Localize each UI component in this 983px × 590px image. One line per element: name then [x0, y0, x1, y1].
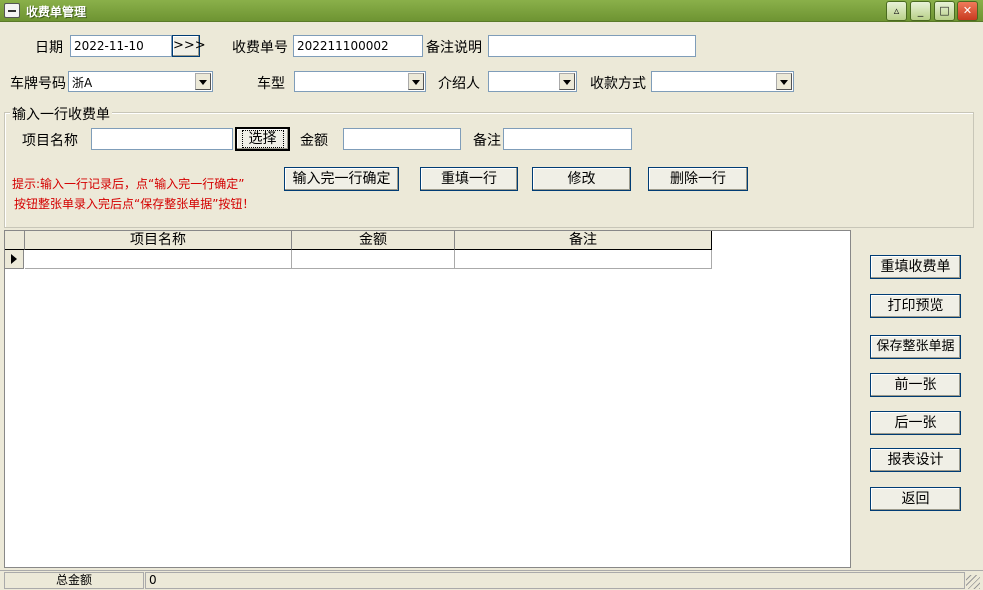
chevron-down-icon[interactable]	[559, 73, 575, 90]
window-menu-icon[interactable]	[4, 3, 20, 18]
row-pointer-icon	[5, 250, 24, 269]
print-preview-button[interactable]: 打印预览	[870, 294, 961, 318]
referrer-label: 介绍人	[438, 76, 480, 92]
date-picker-button[interactable]: >>>	[172, 35, 206, 57]
table-cell[interactable]	[455, 250, 712, 269]
amount-label: 金额	[300, 133, 328, 149]
table-cell[interactable]	[25, 250, 292, 269]
close-icon[interactable]: ✕	[957, 1, 978, 21]
modify-button[interactable]: 修改	[532, 167, 631, 191]
plate-combo[interactable]: 浙A	[68, 71, 213, 92]
minimize-icon[interactable]: _	[910, 1, 931, 21]
car-type-combo[interactable]	[294, 71, 426, 92]
receipt-no-field[interactable]: 202211100002	[293, 35, 423, 57]
table-cell[interactable]	[292, 250, 455, 269]
chevron-down-icon[interactable]	[408, 73, 424, 90]
refill-receipt-button[interactable]: 重填收费单	[870, 255, 961, 279]
plate-label: 车牌号码	[10, 76, 66, 92]
total-label: 总金额	[4, 572, 144, 589]
receipt-no-label: 收费单号	[232, 40, 288, 56]
remark-label: 备注说明	[426, 40, 482, 56]
amount-field[interactable]	[343, 128, 461, 150]
chevron-down-icon[interactable]	[776, 73, 792, 90]
back-button[interactable]: 返回	[870, 487, 961, 511]
save-receipt-button[interactable]: 保存整张单据	[870, 335, 961, 359]
grid-corner	[5, 231, 25, 250]
hint-line-1: 提示:输入一行记录后，点“输入完一行确定”	[12, 177, 245, 191]
next-button[interactable]: 后一张	[870, 411, 961, 435]
window-title: 收费单管理	[26, 5, 87, 19]
hint-line-2: 按钮整张单录入完后点“保存整张单据”按钮！	[14, 197, 255, 211]
confirm-row-button[interactable]: 输入完一行确定	[284, 167, 399, 191]
item-name-field[interactable]	[91, 128, 233, 150]
resize-grip-icon[interactable]	[966, 575, 980, 589]
entry-group-title: 输入一行收费单	[10, 104, 112, 124]
title-bar	[0, 0, 983, 22]
select-button[interactable]: 选择	[235, 127, 290, 151]
date-field[interactable]: 2022-11-10	[70, 35, 172, 57]
prev-button[interactable]: 前一张	[870, 373, 961, 397]
referrer-combo[interactable]	[488, 71, 577, 92]
column-header-amount[interactable]: 金额	[292, 231, 455, 250]
remark-field[interactable]	[488, 35, 696, 57]
total-value: 0	[145, 572, 965, 589]
note-label: 备注	[473, 133, 501, 149]
column-header-item[interactable]: 项目名称	[25, 231, 292, 250]
chevron-down-icon[interactable]	[195, 73, 211, 90]
receipt-grid[interactable]: 项目名称 金额 备注	[4, 230, 851, 568]
note-field[interactable]	[503, 128, 632, 150]
report-design-button[interactable]: 报表设计	[870, 448, 961, 472]
restore-icon[interactable]: ▵	[886, 1, 907, 21]
maximize-icon[interactable]: □	[934, 1, 955, 21]
plate-value: 浙A	[72, 76, 93, 90]
car-type-label: 车型	[257, 76, 285, 92]
item-name-label: 项目名称	[22, 133, 78, 149]
payment-label: 收款方式	[590, 76, 646, 92]
delete-row-button[interactable]: 删除一行	[648, 167, 748, 191]
payment-combo[interactable]	[651, 71, 794, 92]
column-header-note[interactable]: 备注	[455, 231, 712, 250]
refill-row-button[interactable]: 重填一行	[420, 167, 518, 191]
date-label: 日期	[35, 40, 63, 56]
